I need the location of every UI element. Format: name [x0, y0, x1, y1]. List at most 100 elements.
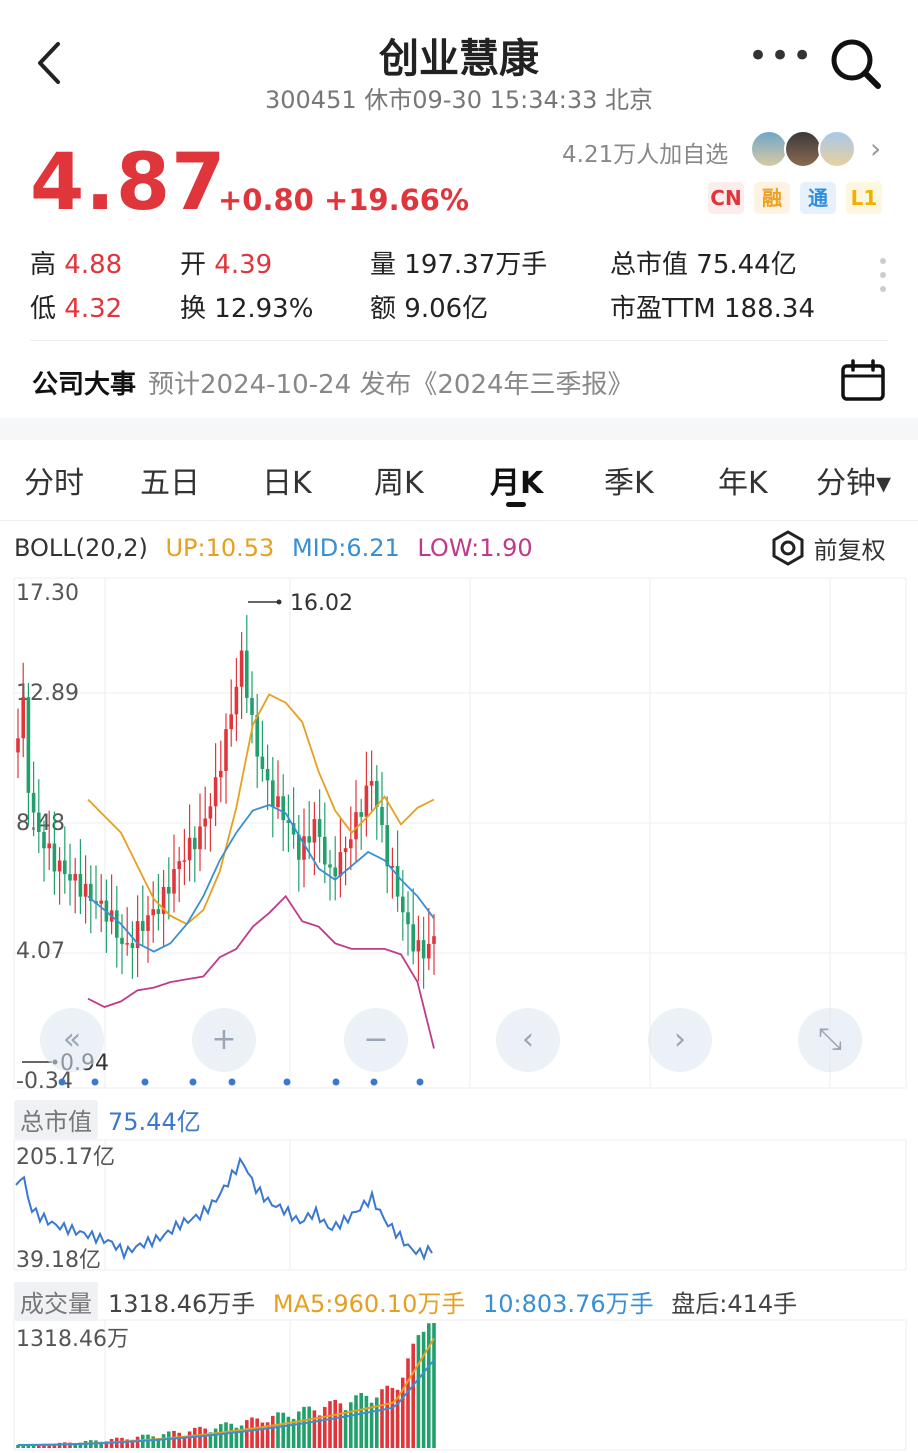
candle-body: [239, 650, 244, 687]
volume-bar: [297, 1411, 301, 1448]
more-options-icon[interactable]: •••: [748, 39, 814, 73]
badge-l1: L1: [846, 182, 882, 214]
axis-label-4: 4.07: [16, 939, 65, 964]
volume-bar: [312, 1410, 317, 1448]
volume-bar: [349, 1402, 353, 1448]
candle-body: [245, 650, 249, 698]
tab-intraday[interactable]: 分时: [24, 458, 84, 502]
pan-right-icon[interactable]: ›: [648, 1008, 712, 1072]
expand-stats-icon[interactable]: [880, 258, 888, 298]
candle-body: [182, 860, 187, 862]
zoom-out-icon[interactable]: −: [344, 1008, 408, 1072]
volume-bar: [385, 1385, 389, 1448]
stat-low: 低 4.32: [30, 294, 123, 324]
scroll-to-start-icon[interactable]: «: [40, 1008, 104, 1072]
tab-monthly[interactable]: 月K: [490, 458, 543, 502]
candle-body: [385, 825, 389, 867]
volume-bar: [276, 1412, 280, 1448]
candle-body: [203, 818, 207, 827]
avatar: [784, 130, 822, 168]
boll-mid: MID:6.21: [291, 534, 400, 562]
volume-bar: [250, 1417, 254, 1448]
candle-body: [302, 836, 306, 860]
axis-label-2: 12.89: [16, 681, 79, 706]
candle-body: [411, 924, 415, 952]
period-tabs: 分时 五日 日K 周K 月K 季K 年K 分钟▾: [0, 440, 918, 520]
mcap-max-label: 205.17亿: [16, 1145, 115, 1170]
candle-body: [395, 866, 400, 897]
candle-body: [380, 807, 384, 826]
candle-body: [260, 756, 265, 769]
watchlist-count[interactable]: 4.21万人加自选: [562, 135, 728, 169]
volume-bar: [411, 1343, 415, 1448]
divider: [0, 520, 918, 521]
candle-body: [172, 869, 176, 894]
volume-bar: [203, 1428, 207, 1448]
volume-bar: [281, 1412, 285, 1448]
avatar: [818, 130, 856, 168]
candle-body: [328, 864, 332, 868]
volume-bar: [219, 1424, 223, 1448]
zoom-in-icon[interactable]: +: [192, 1008, 256, 1072]
settings-hexagon-icon: [772, 530, 804, 566]
volume-bar: [245, 1420, 249, 1448]
tab-quarterly[interactable]: 季K: [604, 458, 654, 502]
volume-bar: [286, 1416, 291, 1448]
event-markers: [58, 1078, 424, 1086]
tab-daily[interactable]: 日K: [262, 458, 312, 502]
candle-body: [432, 936, 436, 944]
candle-body: [57, 860, 62, 872]
candle-body: [234, 686, 239, 715]
candle-body: [369, 780, 374, 786]
volume-bar: [369, 1402, 374, 1448]
volume-legend[interactable]: 成交量 1318.46万手 MA5:960.10万手 10:803.76万手 盘后…: [14, 1282, 807, 1321]
calendar-icon[interactable]: [840, 358, 886, 402]
tab-yearly[interactable]: 年K: [718, 458, 768, 502]
tab-minute[interactable]: 分钟▾: [816, 458, 891, 502]
volume-bar: [193, 1427, 197, 1448]
badge-cn: CN: [708, 182, 744, 214]
search-icon[interactable]: [828, 36, 884, 92]
tab-five-day[interactable]: 五日: [140, 458, 200, 502]
candle-body: [213, 777, 218, 807]
chevron-right-icon[interactable]: ›: [870, 132, 881, 165]
volume-bar: [328, 1401, 332, 1448]
tab-weekly[interactable]: 周K: [374, 458, 424, 502]
candle-body: [416, 940, 421, 952]
pan-left-icon[interactable]: ‹: [496, 1008, 560, 1072]
candle-body: [68, 874, 72, 881]
volume-bar: [427, 1323, 431, 1448]
stats-grid: 高 4.88 低 4.32 开 4.39 换 12.93% 量 197.37万手…: [30, 240, 890, 330]
stat-high: 高 4.88: [30, 250, 123, 280]
candle-body: [125, 943, 129, 945]
max-marker-dot: [276, 599, 282, 605]
section-separator: [0, 418, 918, 440]
stat-pe-ttm: 市盈TTM 188.34: [610, 294, 815, 324]
max-marker-label: 16.02: [290, 591, 353, 616]
candle-body: [208, 806, 213, 819]
boll-low: LOW:1.90: [417, 534, 533, 562]
company-event[interactable]: 公司大事 预计2024-10-24 发布《2024年三季报》: [32, 364, 634, 401]
candle-body: [47, 843, 51, 849]
fullscreen-icon[interactable]: ⤡: [798, 1008, 862, 1072]
candle-body: [276, 796, 280, 808]
volume-label: 成交量: [14, 1282, 98, 1321]
event-text: 预计2024-10-24 发布《2024年三季报》: [148, 370, 634, 400]
candle-body: [312, 819, 317, 843]
boll-legend[interactable]: BOLL(20,2) UP:10.53 MID:6.21 LOW:1.90: [14, 534, 543, 562]
adjust-toggle[interactable]: 前复权: [770, 530, 886, 566]
candle-body: [146, 915, 150, 931]
stat-market-cap: 总市值 75.44亿: [610, 250, 797, 280]
watcher-avatars[interactable]: [750, 130, 860, 170]
volume-bar: [380, 1389, 384, 1448]
candle-body: [31, 792, 36, 813]
boll-lines: [87, 693, 435, 1049]
candles: [16, 615, 436, 989]
candle-body: [26, 697, 31, 793]
candle-body: [401, 896, 405, 913]
candle-body: [338, 852, 343, 877]
candle-body: [16, 738, 20, 753]
stat-amount: 额 9.06亿: [370, 294, 489, 324]
mcap-value: 75.44亿: [108, 1108, 201, 1136]
candle-body: [156, 909, 161, 914]
